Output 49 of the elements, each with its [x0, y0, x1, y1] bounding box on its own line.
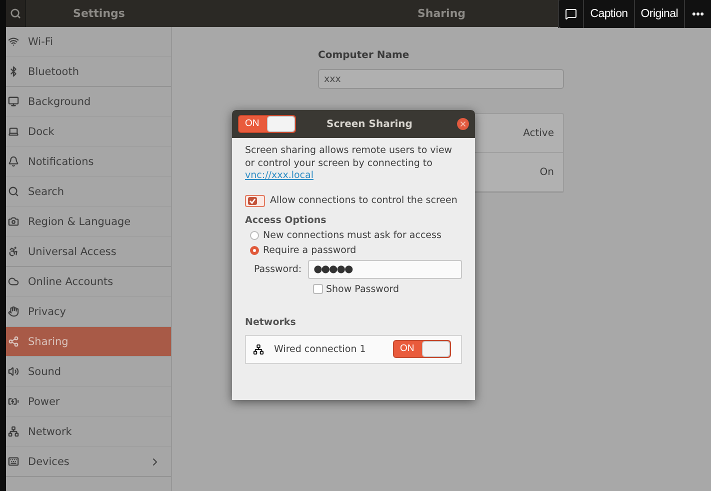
network-icon [253, 344, 264, 354]
hand-icon [8, 306, 18, 317]
network-name: Wired connection 1 [274, 344, 367, 354]
person-icon [8, 246, 18, 257]
close-icon [459, 120, 467, 128]
toggle-switch[interactable]: ON [238, 115, 296, 133]
search-button[interactable] [6, 0, 26, 27]
wifi-icon [8, 36, 18, 47]
radio-button[interactable] [250, 246, 259, 254]
checkbox[interactable] [313, 284, 323, 294]
password-label: Password: [254, 264, 302, 274]
checkbox-label: Allow connections to control the screen [270, 195, 458, 206]
network-icon [8, 426, 18, 437]
cloud-icon [8, 276, 18, 287]
search-icon [8, 186, 18, 197]
battery-icon [8, 396, 18, 407]
password-field[interactable]: ●●●●● [308, 260, 462, 278]
section-heading: Networks [245, 316, 297, 328]
computer-name-field[interactable]: xxx [318, 69, 564, 89]
speaker-icon [8, 366, 18, 377]
service-status: On [540, 166, 554, 178]
service-status: Active [523, 128, 554, 138]
share-icon [8, 336, 18, 347]
section-heading: Access Options [245, 214, 328, 226]
checkbox[interactable] [245, 194, 265, 206]
viewer-button[interactable]: Original [634, 0, 684, 28]
speech-bubble-icon [565, 8, 578, 20]
radio-button[interactable] [250, 230, 259, 240]
camera-icon [8, 216, 18, 227]
description-text: Screen sharing allows remote users to view or control your screen by connecting to vnc://xxx.local [245, 145, 454, 182]
checkbox-label: Show Password [326, 284, 400, 294]
monitor-icon [8, 96, 18, 107]
bluetooth-icon [8, 66, 18, 77]
bell-icon [8, 156, 18, 167]
search-icon [10, 8, 21, 19]
toggle-switch[interactable]: ON [393, 340, 451, 358]
radio-label: New connections must ask for access [263, 230, 442, 240]
close-button[interactable] [457, 118, 469, 130]
sidebar-title: Settings [73, 7, 125, 20]
sidebar-item[interactable]: Sharing [6, 327, 171, 357]
page-title: Sharing [417, 7, 466, 20]
vnc-link[interactable]: vnc://xxx.local [245, 170, 314, 181]
field-label: Computer Name [318, 50, 410, 61]
checkmark-icon [248, 196, 257, 204]
keyboard-icon [8, 456, 18, 467]
laptop-icon [8, 126, 18, 137]
radio-label: Require a password [263, 244, 356, 256]
dialog-title: Screen Sharing [326, 118, 414, 130]
viewer-button[interactable]: Caption [583, 0, 634, 28]
